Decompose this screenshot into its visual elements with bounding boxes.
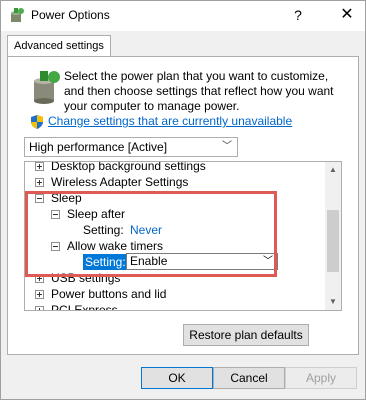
tree-item-sleep[interactable]: Sleep (25, 190, 325, 206)
tree-item-usb-settings[interactable]: USB settings (25, 270, 325, 286)
collapse-icon[interactable] (51, 242, 60, 251)
expand-icon[interactable] (35, 162, 44, 171)
tree-item-desktop-background[interactable]: Desktop background settings (25, 162, 325, 174)
help-button[interactable]: ? (287, 5, 309, 25)
tree-item-sleep-after[interactable]: Sleep after (25, 206, 325, 222)
window-title: Power Options (31, 8, 110, 22)
scroll-down-icon[interactable]: ▼ (325, 294, 341, 310)
sleep-after-value[interactable]: Never (130, 222, 162, 238)
expand-icon[interactable] (35, 290, 44, 299)
cancel-button[interactable]: Cancel (213, 367, 285, 389)
expand-icon[interactable] (35, 306, 44, 310)
power-options-icon (11, 8, 24, 22)
restore-plan-defaults-button[interactable]: Restore plan defaults (183, 324, 309, 346)
collapse-icon[interactable] (51, 210, 60, 219)
scrollbar-thumb[interactable] (327, 210, 339, 272)
ok-button[interactable]: OK (141, 367, 213, 389)
tree-item-wireless-adapter[interactable]: Wireless Adapter Settings (25, 174, 325, 190)
tab-advanced-settings[interactable]: Advanced settings (7, 35, 111, 57)
tree-item-power-buttons[interactable]: Power buttons and lid (25, 286, 325, 302)
collapse-icon[interactable] (35, 194, 44, 203)
title-bar: Power Options ? ✕ (1, 1, 365, 31)
uac-shield-icon (31, 115, 43, 129)
close-button[interactable]: ✕ (335, 5, 359, 25)
power-options-window: Power Options ? ✕ Advanced settings Sele… (0, 0, 366, 400)
advanced-settings-panel: Select the power plan that you want to c… (7, 56, 359, 355)
expand-icon[interactable] (35, 178, 44, 187)
tree-item-sleep-after-setting[interactable]: Setting: Never (25, 222, 325, 238)
chevron-down-icon: ﹀ (263, 256, 273, 267)
settings-tree[interactable]: Desktop background settings Wireless Ada… (24, 161, 342, 311)
change-settings-link[interactable]: Change settings that are currently unava… (48, 114, 292, 128)
wake-timers-value: Enable (130, 254, 168, 268)
expand-icon[interactable] (35, 274, 44, 283)
wake-timers-setting-label: Setting: (83, 254, 128, 270)
chevron-down-icon: ﹀ (222, 141, 232, 152)
power-plan-value: High performance [Active] (29, 140, 168, 154)
tree-item-pci-express[interactable]: PCI Express (25, 302, 325, 310)
intro-text: Select the power plan that you want to c… (64, 69, 334, 113)
wake-timers-dropdown[interactable]: Enable ﹀ (126, 253, 278, 270)
power-plan-dropdown[interactable]: High performance [Active] ﹀ (24, 137, 238, 157)
tree-item-allow-wake-timers[interactable]: Allow wake timers (25, 238, 325, 254)
tree-item-wake-timers-setting[interactable]: Setting: Enable ﹀ (25, 253, 325, 270)
scroll-up-icon[interactable]: ▲ (325, 162, 341, 178)
apply-button[interactable]: Apply (285, 367, 357, 389)
tree-scrollbar[interactable]: ▲ ▼ (325, 162, 341, 310)
battery-plug-icon (34, 71, 60, 104)
